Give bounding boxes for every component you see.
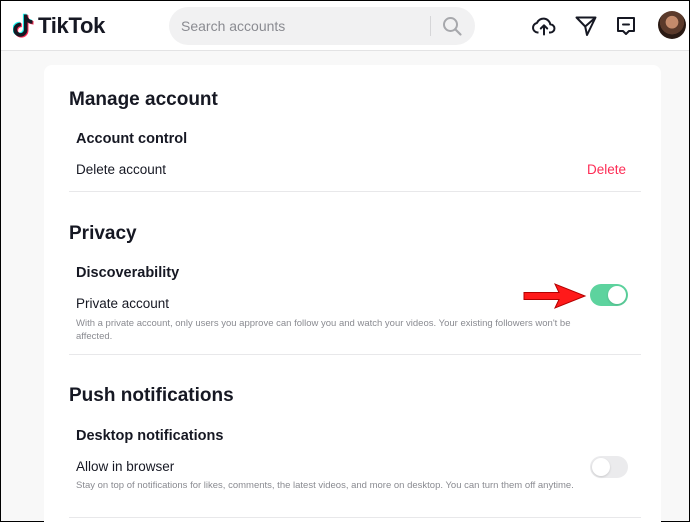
search-input[interactable] (181, 16, 421, 36)
search-icon[interactable] (441, 15, 463, 37)
account-control-subtitle: Account control (76, 131, 188, 147)
manage-account-title: Manage account (69, 89, 218, 110)
delete-account-button[interactable]: Delete (587, 162, 626, 177)
tiktok-note-icon (13, 13, 34, 38)
toggle-knob (592, 458, 610, 476)
desktop-notifications-subtitle: Desktop notifications (76, 428, 224, 444)
avatar[interactable] (658, 11, 686, 39)
allow-in-browser-label: Allow in browser (76, 459, 175, 474)
red-arrow-annotation-icon (523, 283, 587, 309)
divider (69, 517, 641, 518)
divider (69, 191, 641, 192)
toggle-knob (608, 286, 626, 304)
private-account-description: With a private account, only users you a… (76, 318, 571, 342)
tiktok-logo[interactable]: TikTok (13, 12, 105, 40)
divider (69, 354, 641, 355)
allow-in-browser-toggle[interactable] (590, 456, 628, 478)
private-account-toggle[interactable] (590, 284, 628, 306)
upload-cloud-icon[interactable] (531, 13, 557, 39)
allow-in-browser-description: Stay on top of notifications for likes, … (76, 480, 574, 491)
search-bar (169, 7, 475, 45)
push-notifications-title: Push notifications (69, 385, 234, 406)
delete-account-label: Delete account (76, 162, 167, 177)
search-divider (430, 16, 431, 36)
brand-name: TikTok (38, 13, 106, 38)
top-navigation-bar: TikTok (1, 1, 689, 51)
messages-send-icon[interactable] (573, 13, 599, 39)
inbox-icon[interactable] (613, 13, 639, 39)
private-account-label: Private account (76, 296, 170, 311)
privacy-title: Privacy (69, 223, 137, 244)
discoverability-subtitle: Discoverability (76, 265, 180, 281)
